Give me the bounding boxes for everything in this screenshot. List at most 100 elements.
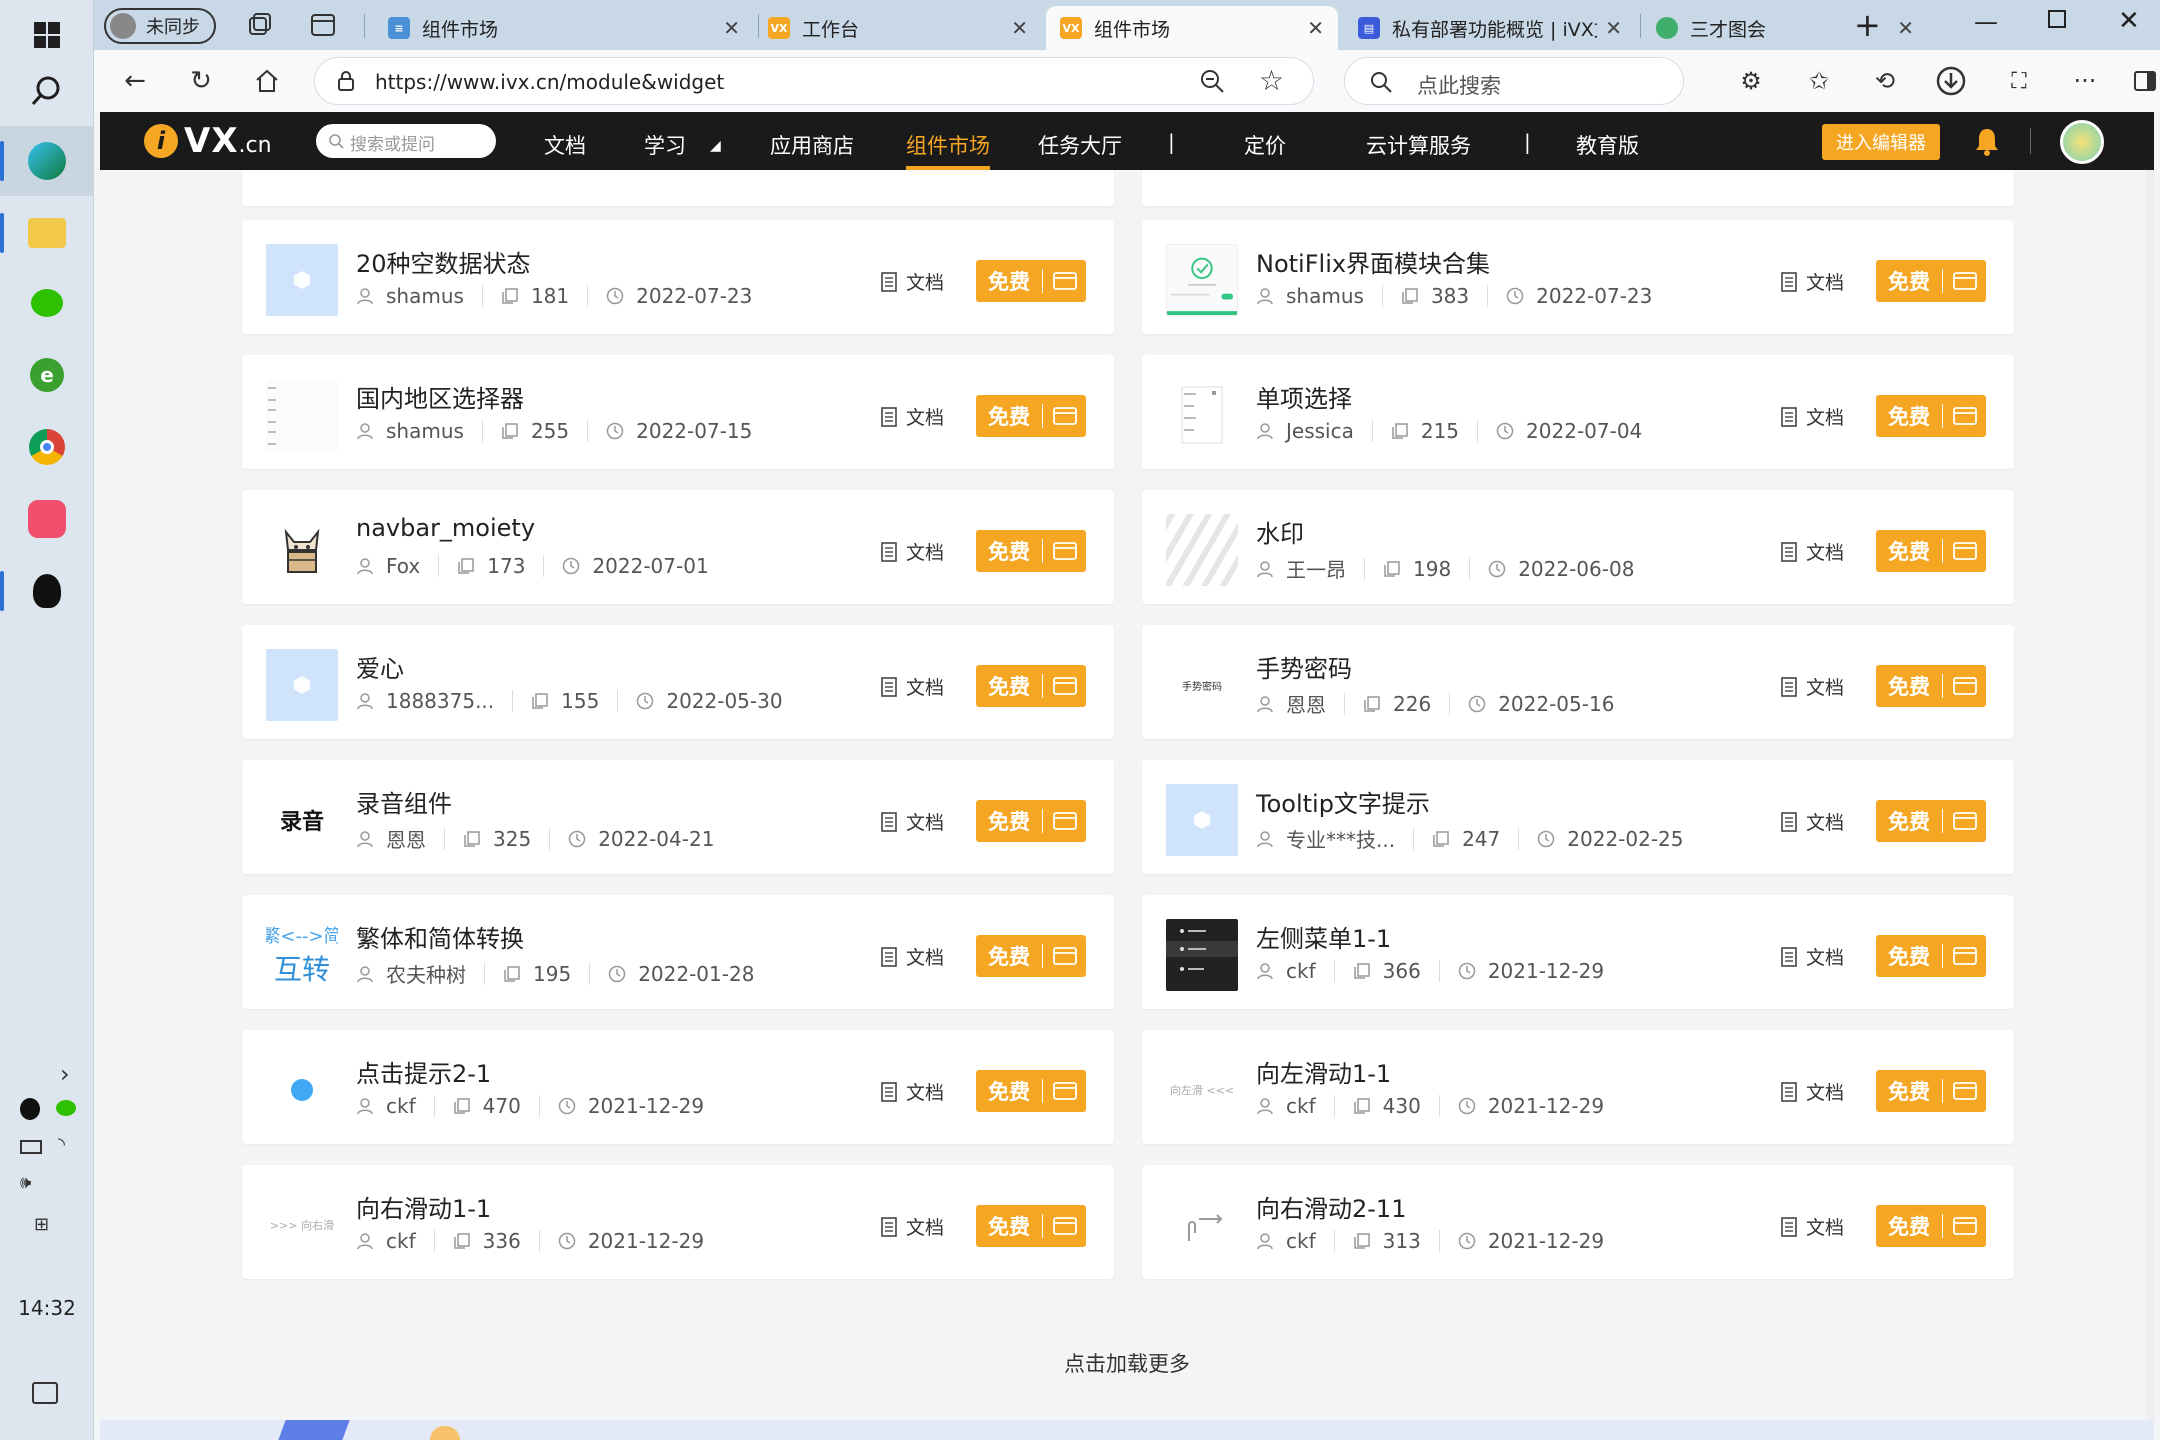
- nav-education[interactable]: 教育版: [1576, 130, 1639, 160]
- load-more-link[interactable]: 点击加载更多: [100, 1348, 2154, 1378]
- widget-name[interactable]: Tooltip文字提示: [1256, 784, 1430, 819]
- widget-doc-link[interactable]: 文档: [880, 673, 944, 700]
- favorites-icon[interactable]: ✩: [1798, 60, 1840, 102]
- taskbar-qq[interactable]: [0, 556, 94, 626]
- tab-workbench[interactable]: VX 工作台 ✕: [754, 6, 1042, 50]
- close-icon[interactable]: ✕: [1605, 16, 1622, 40]
- nav-widget-market[interactable]: 组件市场: [906, 130, 990, 160]
- home-icon[interactable]: [246, 60, 288, 102]
- widget-free-button[interactable]: 免费: [1876, 1205, 1986, 1247]
- widget-card[interactable]: 录音 录音组件 恩恩 325 2022-04-21 文档 免费: [242, 760, 1114, 874]
- history-icon[interactable]: ⟲: [1864, 60, 1906, 102]
- browser-search-box[interactable]: 点此搜索: [1344, 57, 1684, 105]
- widget-card[interactable]: NotiFlix界面模块合集 shamus 383 2022-07-23 文档 免费: [1142, 220, 2014, 334]
- input-method-icon[interactable]: ⊞: [34, 1214, 49, 1235]
- url-text[interactable]: https://www.ivx.cn/module&widget: [375, 70, 724, 94]
- taskbar-app[interactable]: [0, 484, 94, 554]
- widget-card[interactable]: 左侧菜单1-1 ckf 366 2021-12-29 文档 免费: [1142, 895, 2014, 1009]
- widget-free-button[interactable]: 免费: [1876, 1070, 1986, 1112]
- favorite-star-icon[interactable]: ☆: [1259, 64, 1284, 97]
- close-icon[interactable]: ✕: [1897, 16, 1914, 40]
- widget-doc-link[interactable]: 文档: [1780, 268, 1844, 295]
- widget-doc-link[interactable]: 文档: [1780, 403, 1844, 430]
- widget-card[interactable]: >>> 向右滑 向右滑动1-1 ckf 336 2021-12-29 文档 免费: [242, 1165, 1114, 1279]
- widget-name[interactable]: 20种空数据状态: [356, 244, 531, 279]
- widget-card[interactable]: 水印 王一昂 198 2022-06-08 文档 免费: [1142, 490, 2014, 604]
- minimize-icon[interactable]: —: [1974, 8, 1998, 36]
- widget-free-button[interactable]: 免费: [976, 530, 1086, 572]
- widget-card[interactable]: Tooltip文字提示 专业***技... 247 2022-02-25 文档 免费: [1142, 760, 2014, 874]
- screenshot-icon[interactable]: ⛶: [1998, 60, 2040, 102]
- more-menu-icon[interactable]: ···: [2064, 60, 2106, 102]
- widget-doc-link[interactable]: 文档: [1780, 1078, 1844, 1105]
- tab-widget-market-active[interactable]: VX 组件市场 ✕: [1046, 6, 1338, 50]
- widget-name[interactable]: 手势密码: [1256, 649, 1352, 684]
- widget-free-button[interactable]: 免费: [976, 395, 1086, 437]
- widget-doc-link[interactable]: 文档: [1780, 808, 1844, 835]
- widget-doc-link[interactable]: 文档: [880, 538, 944, 565]
- battery-icon[interactable]: [20, 1140, 42, 1154]
- tab-actions-icon[interactable]: [310, 12, 336, 38]
- notification-icon[interactable]: [32, 1382, 58, 1404]
- widget-name[interactable]: 左侧菜单1-1: [1256, 919, 1391, 954]
- tray-expand-icon[interactable]: ›: [60, 1060, 70, 1088]
- tray-qq-icon[interactable]: [20, 1098, 40, 1120]
- widget-name[interactable]: 点击提示2-1: [356, 1054, 491, 1089]
- widget-doc-link[interactable]: 文档: [880, 808, 944, 835]
- close-icon[interactable]: ✕: [1011, 16, 1028, 40]
- collections-icon[interactable]: [246, 12, 272, 38]
- nav-cloud[interactable]: 云计算服务: [1366, 130, 1471, 160]
- widget-card[interactable]: 国内地区选择器 shamus 255 2022-07-15 文档 免费: [242, 355, 1114, 469]
- ivx-logo[interactable]: i VX .cn: [144, 120, 272, 162]
- widget-card[interactable]: navbar_moiety Fox 173 2022-07-01 文档 免费: [242, 490, 1114, 604]
- widget-free-button[interactable]: 免费: [1876, 530, 1986, 572]
- widget-card-partial[interactable]: [242, 170, 1114, 206]
- widget-name[interactable]: 录音组件: [356, 784, 452, 819]
- widget-doc-link[interactable]: 文档: [1780, 1213, 1844, 1240]
- nav-task-hall[interactable]: 任务大厅: [1038, 130, 1122, 160]
- widget-free-button[interactable]: 免费: [976, 800, 1086, 842]
- extensions-icon[interactable]: ⚙: [1730, 60, 1772, 102]
- new-tab-icon[interactable]: +: [1854, 6, 1881, 44]
- widget-card-partial[interactable]: [1142, 170, 2014, 206]
- user-avatar[interactable]: [2060, 120, 2104, 164]
- nav-docs[interactable]: 文档: [544, 130, 586, 160]
- nav-app-store[interactable]: 应用商店: [770, 130, 854, 160]
- widget-name[interactable]: 爱心: [356, 649, 404, 684]
- widget-card[interactable]: 点击提示2-1 ckf 470 2021-12-29 文档 免费: [242, 1030, 1114, 1144]
- page-scrollbar[interactable]: [2146, 170, 2154, 1440]
- widget-card[interactable]: 单项选择 Jessica 215 2022-07-04 文档 免费: [1142, 355, 2014, 469]
- sidebar-toggle-icon[interactable]: [2124, 60, 2160, 102]
- widget-doc-link[interactable]: 文档: [1780, 673, 1844, 700]
- widget-free-button[interactable]: 免费: [1876, 665, 1986, 707]
- volume-icon[interactable]: 🕪: [20, 1172, 31, 1193]
- taskbar-edge[interactable]: [0, 126, 94, 196]
- taskbar-wechat[interactable]: [0, 268, 94, 338]
- widget-doc-link[interactable]: 文档: [880, 943, 944, 970]
- lock-icon[interactable]: [337, 70, 355, 92]
- widget-free-button[interactable]: 免费: [1876, 800, 1986, 842]
- close-icon[interactable]: ✕: [723, 16, 740, 40]
- address-bar[interactable]: https://www.ivx.cn/module&widget ☆: [314, 57, 1314, 105]
- widget-free-button[interactable]: 免费: [976, 1070, 1086, 1112]
- enter-editor-button[interactable]: 进入编辑器: [1822, 124, 1940, 160]
- widget-name[interactable]: 国内地区选择器: [356, 379, 524, 414]
- widget-name[interactable]: navbar_moiety: [356, 514, 535, 542]
- profile-button[interactable]: 未同步: [104, 8, 216, 44]
- taskbar-chrome[interactable]: [0, 412, 94, 482]
- nav-learn[interactable]: 学习: [644, 130, 686, 160]
- widget-doc-link[interactable]: 文档: [1780, 943, 1844, 970]
- widget-card[interactable]: 向右滑动2-11 ckf 313 2021-12-29 文档 免费: [1142, 1165, 2014, 1279]
- widget-card[interactable]: 20种空数据状态 shamus 181 2022-07-23 文档 免费: [242, 220, 1114, 334]
- window-close-icon[interactable]: ✕: [2118, 6, 2140, 36]
- tab-sancai[interactable]: 三才图会 ✕: [1642, 6, 1928, 50]
- widget-name[interactable]: 单项选择: [1256, 379, 1352, 414]
- bell-icon[interactable]: [1972, 126, 2002, 156]
- widget-card[interactable]: 繁<-->简 互转 繁体和简体转换 农夫种树 195 2022-01-28 文档 免费: [242, 895, 1114, 1009]
- taskbar-clock[interactable]: 14:32: [0, 1296, 94, 1320]
- close-icon[interactable]: ✕: [1307, 16, 1324, 40]
- tray-wechat-icon[interactable]: [56, 1100, 76, 1116]
- widget-card[interactable]: 向左滑 <<< 向左滑动1-1 ckf 430 2021-12-29 文档 免费: [1142, 1030, 2014, 1144]
- downloads-icon[interactable]: [1930, 60, 1972, 102]
- widget-doc-link[interactable]: 文档: [880, 1213, 944, 1240]
